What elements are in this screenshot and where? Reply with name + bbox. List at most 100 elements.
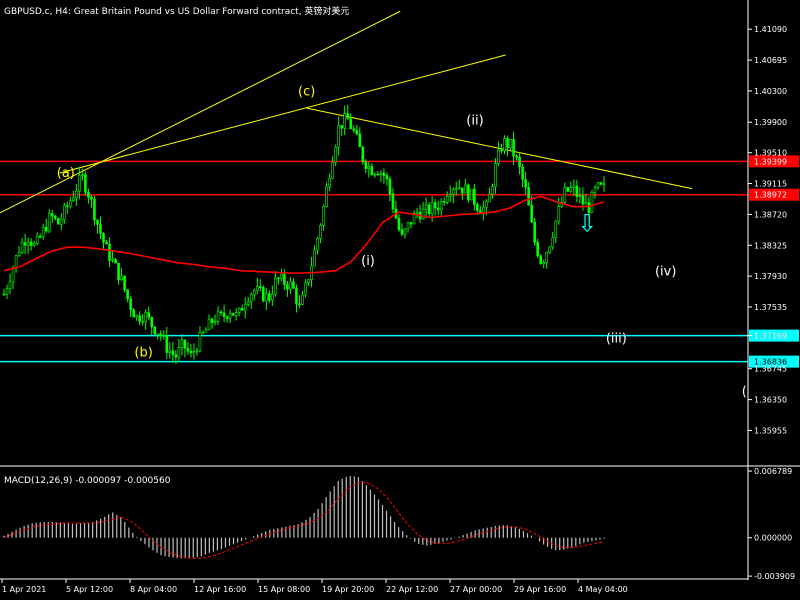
candle-body bbox=[17, 252, 21, 256]
macd-tick-label: -0.003909 bbox=[754, 572, 795, 581]
candle-body bbox=[352, 128, 356, 131]
candle-body bbox=[114, 259, 117, 264]
x-tick-label: 15 Apr 08:00 bbox=[258, 585, 310, 594]
candle[interactable] bbox=[470, 188, 473, 201]
candle-body bbox=[159, 333, 163, 337]
candle[interactable] bbox=[123, 275, 126, 293]
candle[interactable] bbox=[84, 171, 87, 196]
y-tick-label: 1.35955 bbox=[754, 426, 787, 435]
down-arrow-icon: ⇩ bbox=[577, 210, 597, 238]
candle[interactable] bbox=[261, 285, 265, 303]
candle-body bbox=[316, 238, 319, 251]
candle-body bbox=[457, 187, 461, 190]
macd-tick-label: 0.000000 bbox=[754, 534, 792, 543]
candle-body bbox=[255, 286, 259, 292]
candle-body bbox=[536, 241, 539, 257]
candle-body bbox=[406, 222, 410, 230]
candle-body bbox=[569, 187, 573, 192]
candle[interactable] bbox=[231, 313, 235, 316]
candle-body bbox=[81, 174, 84, 176]
candle-body bbox=[11, 267, 15, 283]
candle-body bbox=[56, 218, 60, 225]
candle-body bbox=[521, 166, 524, 180]
wave-label: (iv) bbox=[655, 264, 676, 279]
y-tick-label: 1.38325 bbox=[754, 241, 787, 250]
candle-body bbox=[177, 347, 181, 358]
y-tick-label: 1.38720 bbox=[754, 210, 787, 219]
candle-body bbox=[141, 321, 144, 323]
candle-body bbox=[26, 241, 30, 246]
candle-body bbox=[554, 220, 558, 238]
chart-canvas[interactable]: 1.393991.389721.371691.36836(a)(b)(c)(i)… bbox=[0, 0, 800, 600]
wave-label: (i) bbox=[361, 254, 375, 269]
candle-body bbox=[427, 204, 431, 214]
candle-body bbox=[268, 293, 271, 301]
candle-body bbox=[168, 350, 172, 353]
candle-body bbox=[331, 161, 334, 179]
candle-body bbox=[421, 208, 425, 220]
candle-body bbox=[584, 202, 588, 205]
y-tick-label: 1.39115 bbox=[754, 180, 787, 189]
candle-body bbox=[539, 255, 542, 264]
candle-body bbox=[542, 262, 545, 264]
chart-background bbox=[0, 0, 800, 600]
candle-body bbox=[47, 213, 51, 232]
candle-body bbox=[289, 281, 292, 290]
x-tick-label: 4 May 04:00 bbox=[578, 585, 628, 594]
candle-body bbox=[304, 282, 307, 296]
candle[interactable] bbox=[361, 145, 365, 165]
candle-body bbox=[295, 287, 298, 305]
candle-body bbox=[566, 187, 570, 192]
candle[interactable] bbox=[467, 183, 470, 203]
candle-body bbox=[460, 187, 464, 194]
candle-body bbox=[503, 138, 506, 151]
candle-body bbox=[301, 294, 304, 305]
candle-body bbox=[271, 293, 274, 301]
candle-body bbox=[261, 287, 265, 302]
candle-body bbox=[515, 155, 518, 158]
chart-title: GBPUSD.c, H4: Great Britain Pound vs US … bbox=[4, 5, 349, 17]
candle-body bbox=[210, 318, 214, 323]
candle-body bbox=[120, 275, 123, 281]
candle-body bbox=[14, 255, 18, 269]
candle-body bbox=[69, 200, 72, 207]
candle-body bbox=[59, 219, 63, 225]
candle-body bbox=[213, 320, 217, 323]
candle-body bbox=[439, 201, 443, 211]
candle-body bbox=[494, 163, 497, 187]
x-tick-label: 8 Apr 04:00 bbox=[130, 585, 177, 594]
candle-body bbox=[385, 175, 389, 180]
candle-body bbox=[415, 211, 419, 214]
candle-body bbox=[524, 179, 527, 188]
candle-body bbox=[322, 206, 325, 226]
candle[interactable] bbox=[56, 217, 60, 225]
candle-body bbox=[470, 188, 473, 201]
candle-body bbox=[228, 313, 232, 319]
candle-body bbox=[87, 192, 90, 198]
candle-body bbox=[343, 113, 347, 129]
candle[interactable] bbox=[539, 254, 542, 265]
candle-body bbox=[117, 262, 120, 281]
y-tick-label: 1.39510 bbox=[754, 149, 787, 158]
candle-body bbox=[204, 329, 208, 333]
candle-body bbox=[35, 236, 39, 244]
candle-body bbox=[180, 339, 184, 348]
candle-body bbox=[581, 195, 585, 205]
candle-body bbox=[355, 129, 359, 135]
candle-body bbox=[29, 241, 33, 246]
candle-body bbox=[557, 206, 561, 222]
candle-body bbox=[234, 312, 238, 316]
x-tick-label: 19 Apr 20:00 bbox=[322, 585, 374, 594]
candle-body bbox=[572, 185, 576, 188]
x-tick-label: 5 Apr 12:00 bbox=[66, 585, 113, 594]
candle[interactable] bbox=[533, 217, 536, 246]
candle-body bbox=[313, 249, 316, 267]
candle[interactable] bbox=[132, 308, 135, 318]
candle-body bbox=[391, 193, 395, 210]
candle-body bbox=[186, 347, 190, 352]
candle-body bbox=[340, 125, 343, 129]
candle-body bbox=[135, 315, 138, 318]
x-tick-label: 27 Apr 00:00 bbox=[450, 585, 502, 594]
candle-body bbox=[53, 215, 57, 219]
candle-body bbox=[379, 172, 383, 175]
